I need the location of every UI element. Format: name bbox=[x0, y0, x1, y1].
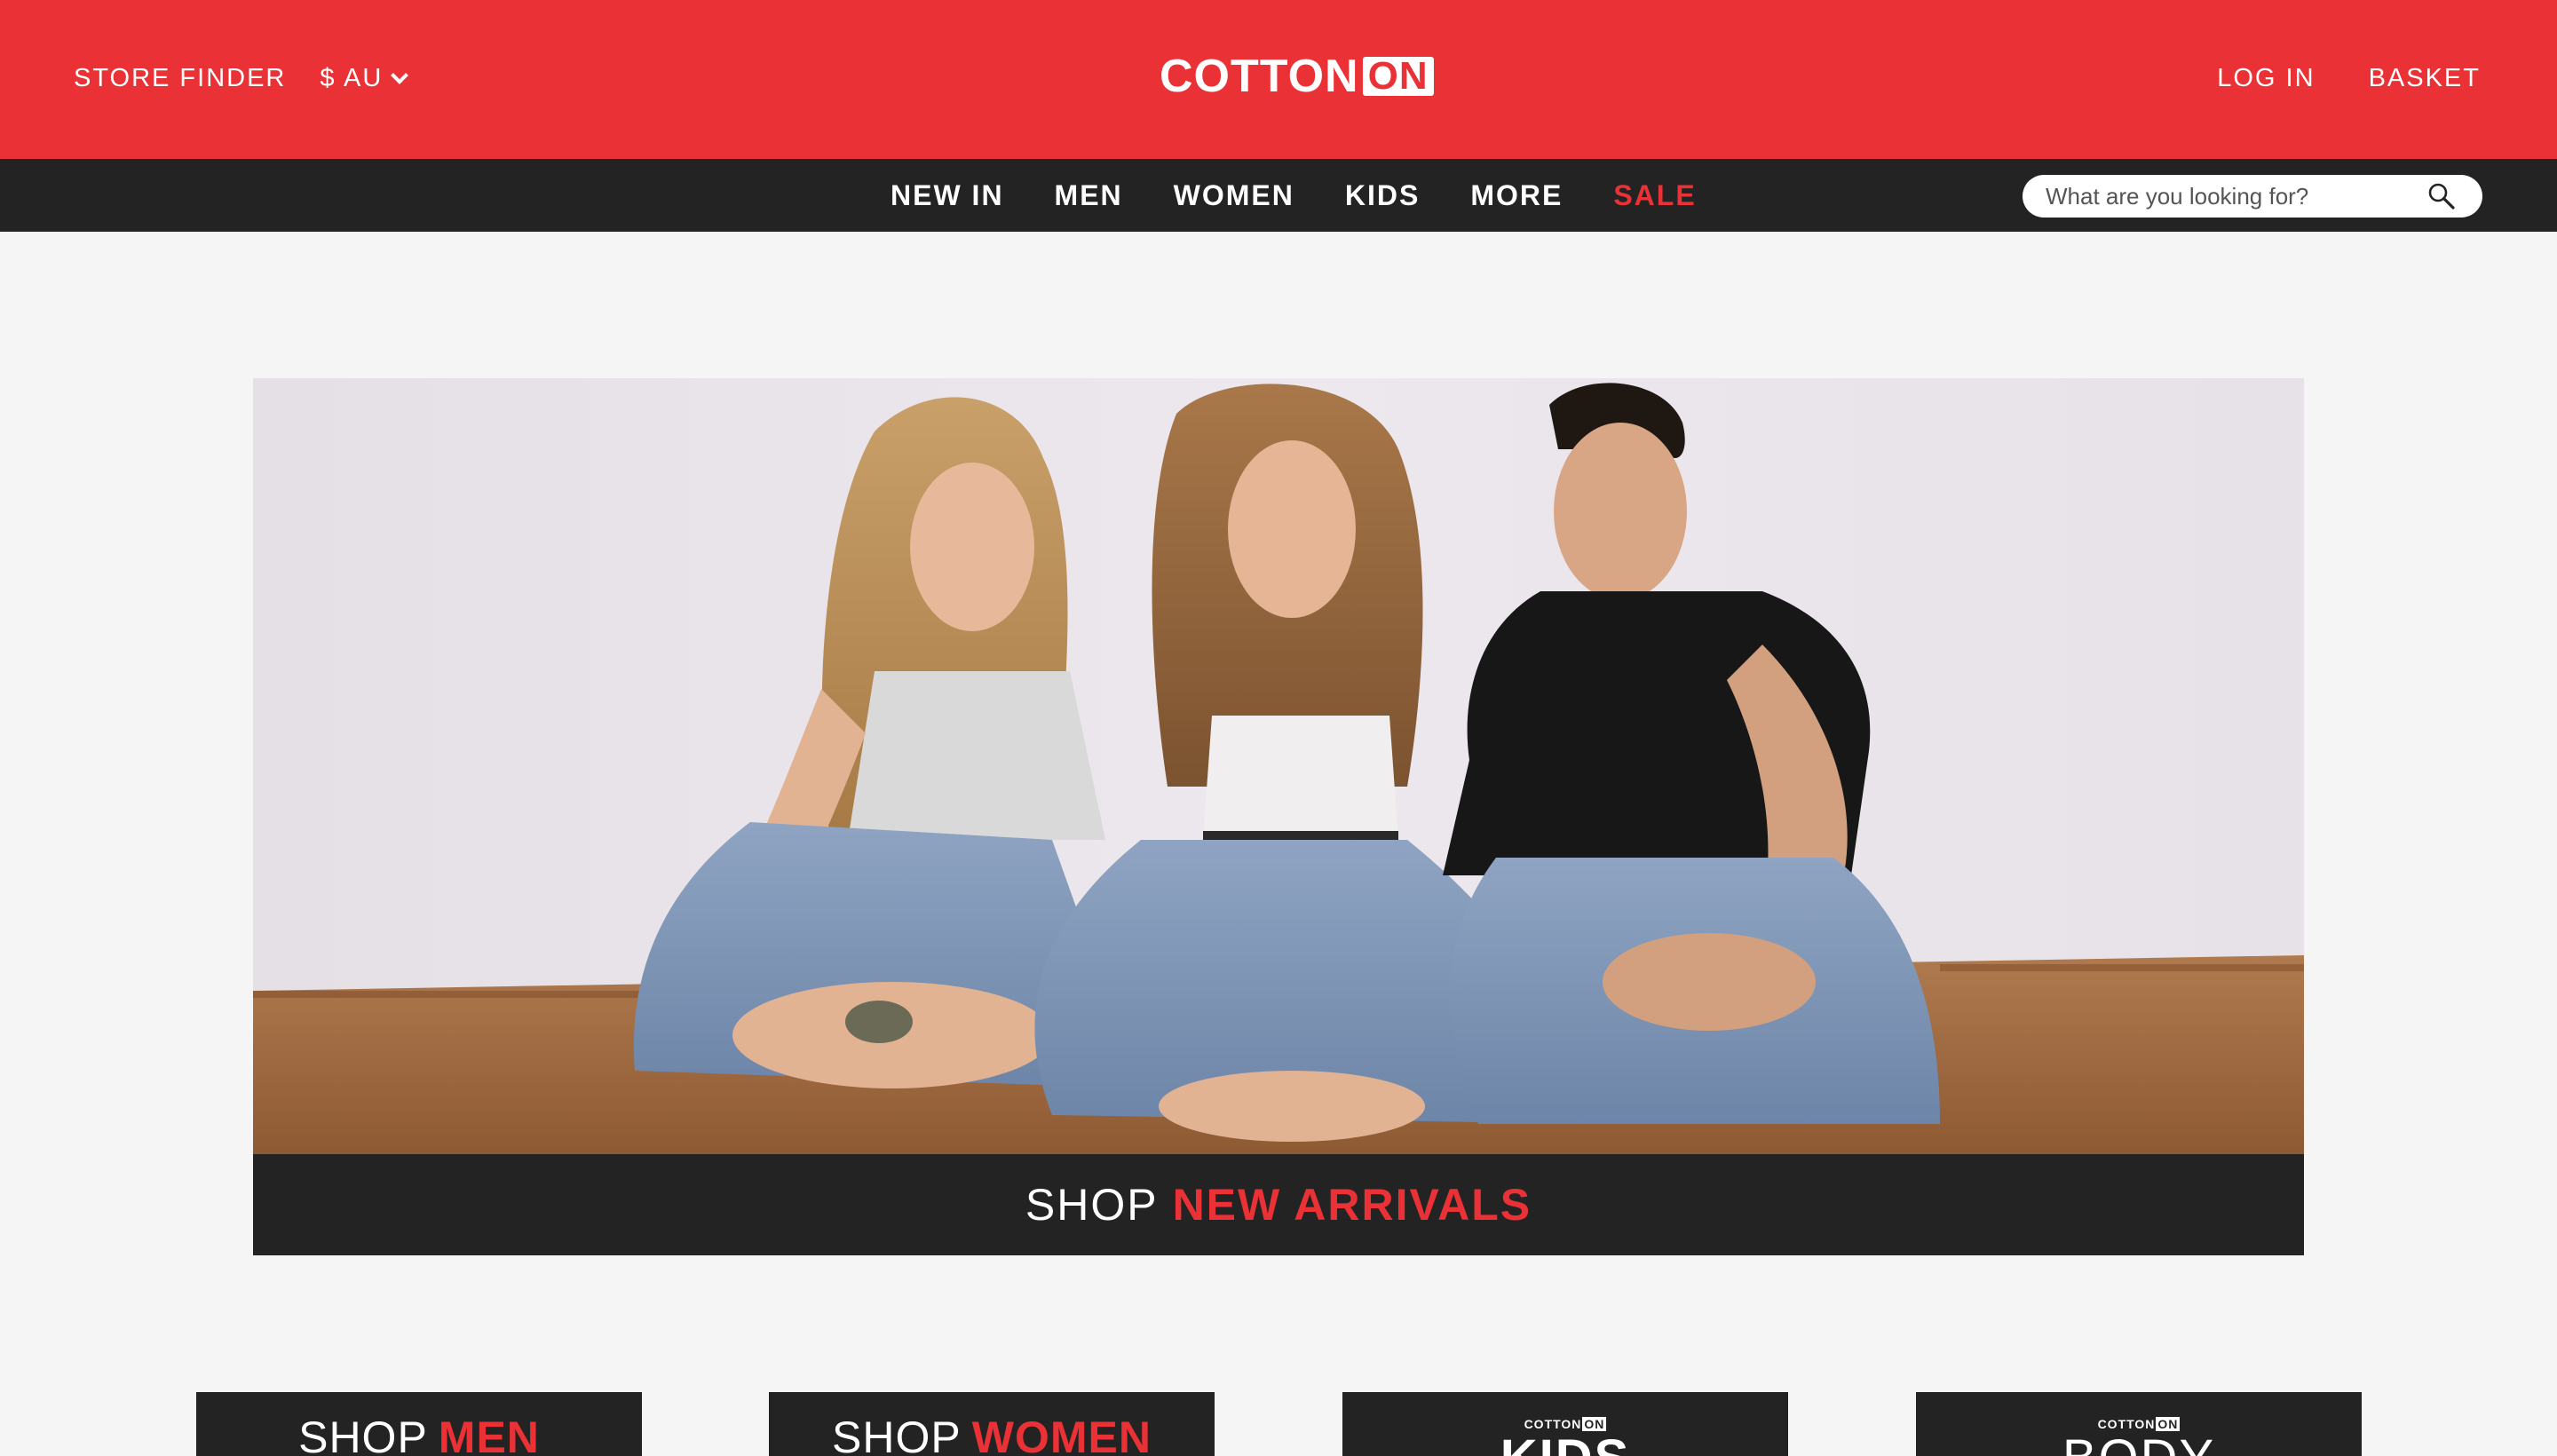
tile-highlight: MEN bbox=[438, 1412, 540, 1456]
hero-banner[interactable]: SHOP NEW ARRIVALS bbox=[253, 378, 2304, 1255]
logo-on: ON bbox=[1367, 54, 1429, 98]
tile-cotton-on-kids[interactable]: COTTONON KIDS bbox=[1342, 1392, 1788, 1456]
nav-item-women[interactable]: WOMEN bbox=[1174, 179, 1294, 212]
nav-item-sale[interactable]: SALE bbox=[1613, 179, 1696, 212]
tile-cotton-on-body[interactable]: COTTONON BODY bbox=[1916, 1392, 2362, 1456]
currency-label: $ AU bbox=[320, 64, 384, 92]
store-finder-link[interactable]: STORE FINDER bbox=[74, 64, 286, 93]
tile-kids-title: KIDS bbox=[1342, 1433, 1788, 1456]
tile-shop-women[interactable]: SHOP WOMEN bbox=[769, 1392, 1215, 1456]
currency-selector[interactable]: $ AU bbox=[320, 64, 409, 93]
nav-item-new-in[interactable]: NEW IN bbox=[891, 179, 1004, 212]
nav-item-men[interactable]: MEN bbox=[1055, 179, 1123, 212]
brand-logo[interactable]: COTTON ON bbox=[1160, 51, 1434, 102]
hero-caption[interactable]: SHOP NEW ARRIVALS bbox=[253, 1154, 2304, 1255]
hero-image bbox=[253, 378, 2304, 1154]
search-box bbox=[2023, 175, 2482, 218]
nav-item-more[interactable]: MORE bbox=[1470, 179, 1563, 212]
tile-kids-logo: COTTONON KIDS bbox=[1342, 1417, 1788, 1456]
tile-body-logo: COTTONON BODY bbox=[1916, 1417, 2362, 1456]
header-left: STORE FINDER $ AU bbox=[74, 64, 409, 93]
tile-highlight: WOMEN bbox=[971, 1412, 1152, 1456]
nav-item-kids[interactable]: KIDS bbox=[1345, 179, 1420, 212]
logo-word: COTTON bbox=[1160, 51, 1359, 102]
search-input[interactable] bbox=[2046, 175, 2427, 218]
tile-body-title: BODY bbox=[1916, 1433, 2362, 1456]
search-icon[interactable] bbox=[2426, 180, 2458, 212]
chevron-down-icon bbox=[391, 66, 409, 84]
top-header: STORE FINDER $ AU COTTON ON LOG IN BASKE… bbox=[0, 0, 2557, 159]
tile-shop-men[interactable]: SHOP MEN bbox=[196, 1392, 642, 1456]
tile-label: SHOP MEN bbox=[196, 1415, 642, 1456]
basket-link[interactable]: BASKET bbox=[2369, 64, 2481, 93]
tile-prefix: SHOP bbox=[298, 1412, 428, 1456]
hero-caption-highlight: NEW ARRIVALS bbox=[1172, 1180, 1532, 1230]
tile-prefix: SHOP bbox=[832, 1412, 962, 1456]
nav-menu: NEW IN MEN WOMEN KIDS MORE SALE bbox=[891, 159, 1697, 232]
log-in-link[interactable]: LOG IN bbox=[2217, 64, 2315, 93]
hero-caption-prefix: SHOP bbox=[1025, 1180, 1159, 1230]
header-right: LOG IN BASKET bbox=[2217, 64, 2481, 93]
tile-label: SHOP WOMEN bbox=[769, 1415, 1215, 1456]
logo-on-box: ON bbox=[1362, 54, 1434, 98]
